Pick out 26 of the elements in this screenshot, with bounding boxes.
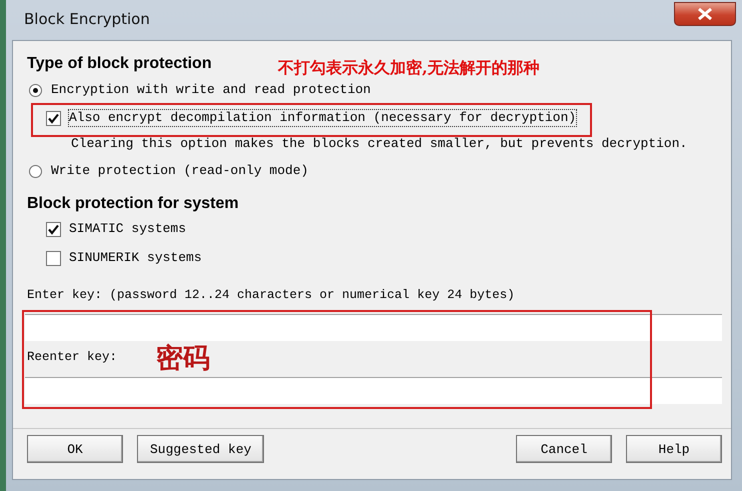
close-button[interactable] xyxy=(674,2,736,26)
window-title: Block Encryption xyxy=(24,10,150,28)
close-icon xyxy=(697,8,713,20)
dialog-button[interactable]: Help xyxy=(626,435,722,463)
hint-text: Clearing this option makes the blocks created smaller, but prevents decryption. xyxy=(70,136,688,152)
key-input-field[interactable] xyxy=(25,314,722,341)
dialog-button[interactable]: Cancel xyxy=(516,435,612,463)
dialog-button[interactable]: OK xyxy=(27,435,123,463)
radio-button[interactable] xyxy=(29,84,42,96)
key-input-field[interactable] xyxy=(25,377,722,404)
checkbox[interactable] xyxy=(46,110,61,126)
radio-label[interactable]: Write protection (read-only mode) xyxy=(51,163,308,179)
checkbox-label[interactable]: SINUMERIK systems xyxy=(69,250,202,266)
dialog-button[interactable]: Suggested key xyxy=(137,435,264,463)
checkbox[interactable] xyxy=(46,250,61,266)
section-heading: Block protection for system xyxy=(27,194,239,214)
radio-label[interactable]: Encryption with write and read protection xyxy=(51,82,371,98)
checkbox[interactable] xyxy=(46,222,61,236)
annotation-text: 不打勾表示永久加密,无法解开的那种 xyxy=(278,58,540,79)
checkbox-label[interactable]: SIMATIC systems xyxy=(69,221,186,237)
annotation-text: 密码 xyxy=(156,342,210,376)
field-label: Reenter key: xyxy=(27,349,118,365)
section-heading: Type of block protection xyxy=(27,54,212,74)
field-label: Enter key: (password 12..24 characters or numerical key 24 bytes) xyxy=(27,287,515,303)
checkbox-label[interactable]: Also encrypt decompilation information (necessary for decryption) xyxy=(69,110,576,126)
radio-button[interactable] xyxy=(29,164,42,178)
